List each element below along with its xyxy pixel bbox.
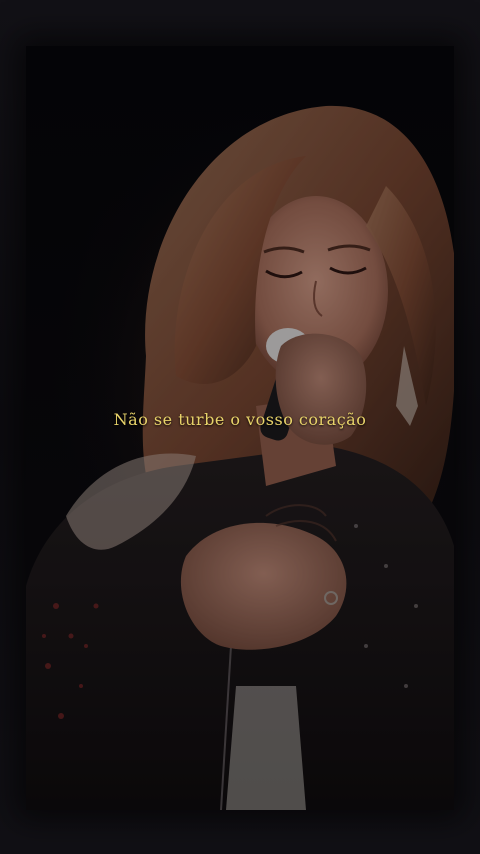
lyric-caption: Não se turbe o vosso coração: [113, 410, 367, 429]
video-frame: Não se turbe o vosso coração: [0, 0, 480, 854]
